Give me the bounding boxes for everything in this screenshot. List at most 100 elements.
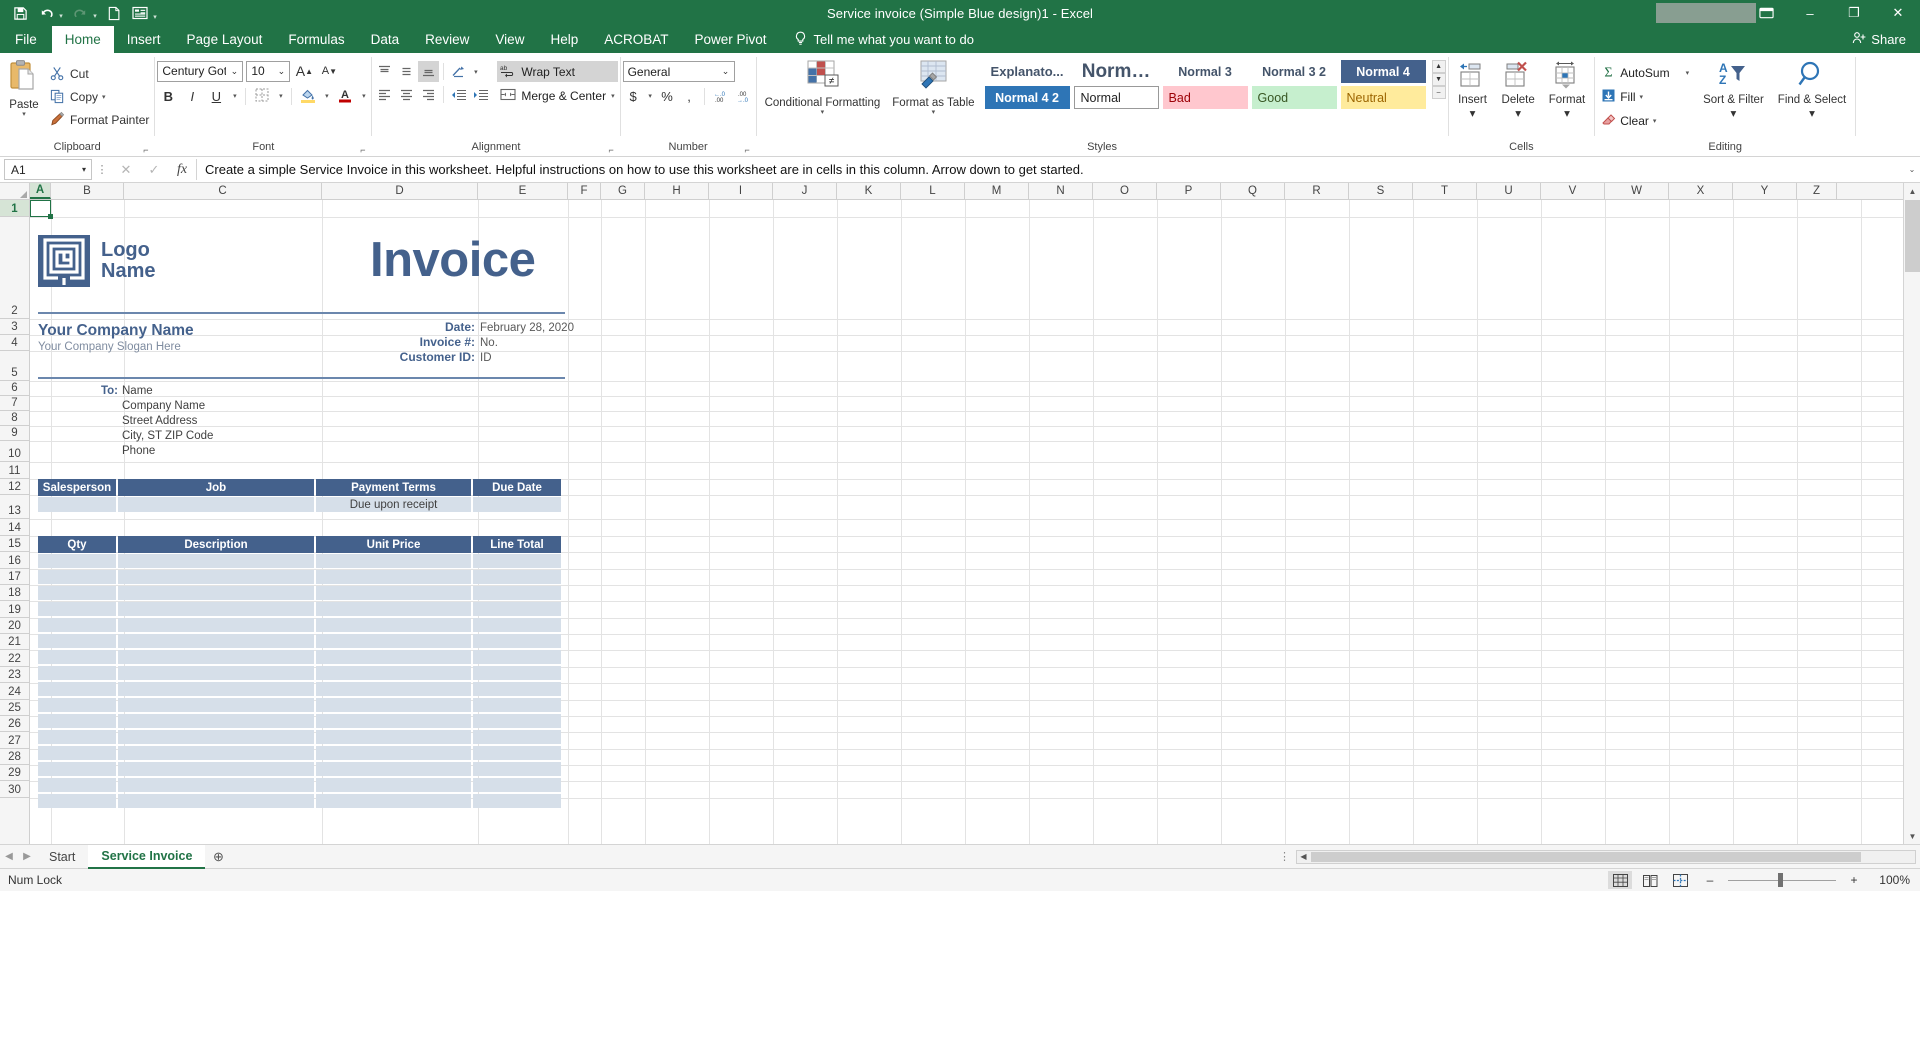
line-cell-line-total[interactable] <box>473 650 561 664</box>
line-cell-unit-price[interactable] <box>316 586 471 600</box>
row-header-16[interactable]: 16 <box>0 552 29 569</box>
line-cell-line-total[interactable] <box>473 682 561 696</box>
find-select-dropdown-icon[interactable]: ▾ <box>1809 106 1815 120</box>
table-row[interactable] <box>38 586 561 600</box>
row-header-2[interactable]: 2 <box>0 217 29 319</box>
align-top-button[interactable] <box>374 61 395 82</box>
row-header-26[interactable]: 26 <box>0 716 29 732</box>
format-painter-button[interactable]: Format Painter <box>46 108 152 131</box>
column-header-F[interactable]: F <box>568 183 601 199</box>
column-header-J[interactable]: J <box>773 183 837 199</box>
alignment-dialog-launcher[interactable]: ⌐ <box>607 146 616 155</box>
fill-button[interactable]: Fill ▾ <box>1597 85 1693 108</box>
copy-dropdown-icon[interactable]: ▾ <box>102 93 106 101</box>
style-normal-2[interactable]: Norm… <box>1074 60 1159 83</box>
find-select-button[interactable]: Find & Select ▾ <box>1771 56 1853 140</box>
restore-button[interactable]: ❐ <box>1832 0 1876 26</box>
increase-indent-button[interactable] <box>470 84 491 105</box>
close-button[interactable]: ✕ <box>1876 0 1920 26</box>
fill-dropdown-icon[interactable]: ▾ <box>1640 93 1644 101</box>
undo-icon[interactable] <box>34 2 58 24</box>
percent-style-button[interactable]: % <box>657 85 678 107</box>
style-good[interactable]: Good <box>1251 86 1337 109</box>
styles-scroll-up-button[interactable]: ▲ <box>1431 60 1446 73</box>
row-header-3[interactable]: 3 <box>0 319 29 335</box>
column-header-Q[interactable]: Q <box>1221 183 1285 199</box>
font-color-dropdown-icon[interactable]: ▾ <box>358 85 369 107</box>
line-cell-qty[interactable] <box>38 618 116 632</box>
table-row[interactable] <box>38 650 561 664</box>
clear-dropdown-icon[interactable]: ▾ <box>1653 117 1657 125</box>
tab-file[interactable]: File <box>0 26 52 53</box>
styles-more-button[interactable]: – <box>1431 86 1446 99</box>
line-cell-line-total[interactable] <box>473 778 561 792</box>
accounting-dropdown-icon[interactable]: ▾ <box>645 85 656 107</box>
scroll-up-button[interactable]: ▲ <box>1905 183 1920 199</box>
cancel-formula-button[interactable]: ✕ <box>112 159 140 180</box>
line-cell-line-total[interactable] <box>473 634 561 648</box>
column-header-V[interactable]: V <box>1541 183 1605 199</box>
underline-dropdown-icon[interactable]: ▾ <box>229 85 240 107</box>
style-bad[interactable]: Bad <box>1162 86 1248 109</box>
active-cell-selection[interactable] <box>30 200 53 219</box>
page-layout-view-icon[interactable] <box>1638 871 1662 889</box>
line-cell-line-total[interactable] <box>473 698 561 712</box>
style-normal-4-2[interactable]: Normal 4 2 <box>984 86 1070 109</box>
column-header-S[interactable]: S <box>1349 183 1413 199</box>
line-cell-line-total[interactable] <box>473 666 561 680</box>
line-cell-line-total[interactable] <box>473 730 561 744</box>
merge-dropdown-icon[interactable]: ▾ <box>611 92 615 100</box>
zoom-slider[interactable] <box>1728 871 1836 889</box>
align-bottom-button[interactable] <box>418 61 440 82</box>
column-header-D[interactable]: D <box>322 183 478 199</box>
job-table-row[interactable]: Due upon receipt <box>38 497 561 512</box>
format-as-table-button[interactable]: Format as Table ▾ <box>886 56 980 140</box>
sheet-tab-service-invoice[interactable]: Service Invoice <box>88 844 206 869</box>
line-cell-line-total[interactable] <box>473 794 561 808</box>
line-cell-description[interactable] <box>118 746 314 760</box>
delete-cells-button[interactable]: Delete ▾ <box>1495 56 1542 140</box>
share-button[interactable]: Share <box>1852 26 1906 53</box>
column-header-B[interactable]: B <box>51 183 124 199</box>
tab-view[interactable]: View <box>482 26 537 53</box>
column-header-T[interactable]: T <box>1413 183 1477 199</box>
customize-qat-icon[interactable]: ▾ <box>150 2 160 24</box>
orientation-dropdown-icon[interactable]: ▾ <box>470 61 481 82</box>
line-cell-qty[interactable] <box>38 714 116 728</box>
column-header-R[interactable]: R <box>1285 183 1349 199</box>
row-header-30[interactable]: 30 <box>0 781 29 798</box>
number-format-combo[interactable]: General ⌄ <box>622 61 735 82</box>
comma-style-button[interactable]: , <box>679 85 700 107</box>
line-cell-qty[interactable] <box>38 586 116 600</box>
column-header-H[interactable]: H <box>645 183 709 199</box>
name-box[interactable]: A1 ▾ <box>4 159 92 180</box>
line-cell-line-total[interactable] <box>473 554 561 568</box>
row-header-12[interactable]: 12 <box>0 479 29 495</box>
row-header-7[interactable]: 7 <box>0 396 29 411</box>
vertical-scroll-thumb[interactable] <box>1905 200 1920 272</box>
table-row[interactable] <box>38 666 561 680</box>
row-header-1[interactable]: 1 <box>0 200 29 217</box>
enter-formula-button[interactable]: ✓ <box>140 159 168 180</box>
decrease-decimal-button[interactable]: ←.0.00 <box>709 85 731 107</box>
line-cell-unit-price[interactable] <box>316 650 471 664</box>
style-explanatory[interactable]: Explanato... <box>985 60 1070 83</box>
table-row[interactable] <box>38 794 561 808</box>
formula-bar-drag-handle[interactable]: ⋮ <box>92 163 112 176</box>
formula-input[interactable]: Create a simple Service Invoice in this … <box>196 159 1904 180</box>
row-header-4[interactable]: 4 <box>0 335 29 351</box>
zoom-level-label[interactable]: 100% <box>1872 873 1910 887</box>
ribbon-display-options-icon[interactable] <box>1744 0 1788 26</box>
orientation-button[interactable] <box>448 61 469 82</box>
tab-acrobat[interactable]: ACROBAT <box>591 26 681 53</box>
line-cell-description[interactable] <box>118 570 314 584</box>
column-header-L[interactable]: L <box>901 183 965 199</box>
align-right-button[interactable] <box>418 84 439 105</box>
table-row[interactable] <box>38 762 561 776</box>
row-header-5[interactable]: 5 <box>0 351 29 381</box>
accounting-format-button[interactable]: $ <box>623 85 644 107</box>
table-row[interactable] <box>38 698 561 712</box>
line-cell-description[interactable] <box>118 730 314 744</box>
row-header-18[interactable]: 18 <box>0 585 29 601</box>
line-cell-qty[interactable] <box>38 650 116 664</box>
